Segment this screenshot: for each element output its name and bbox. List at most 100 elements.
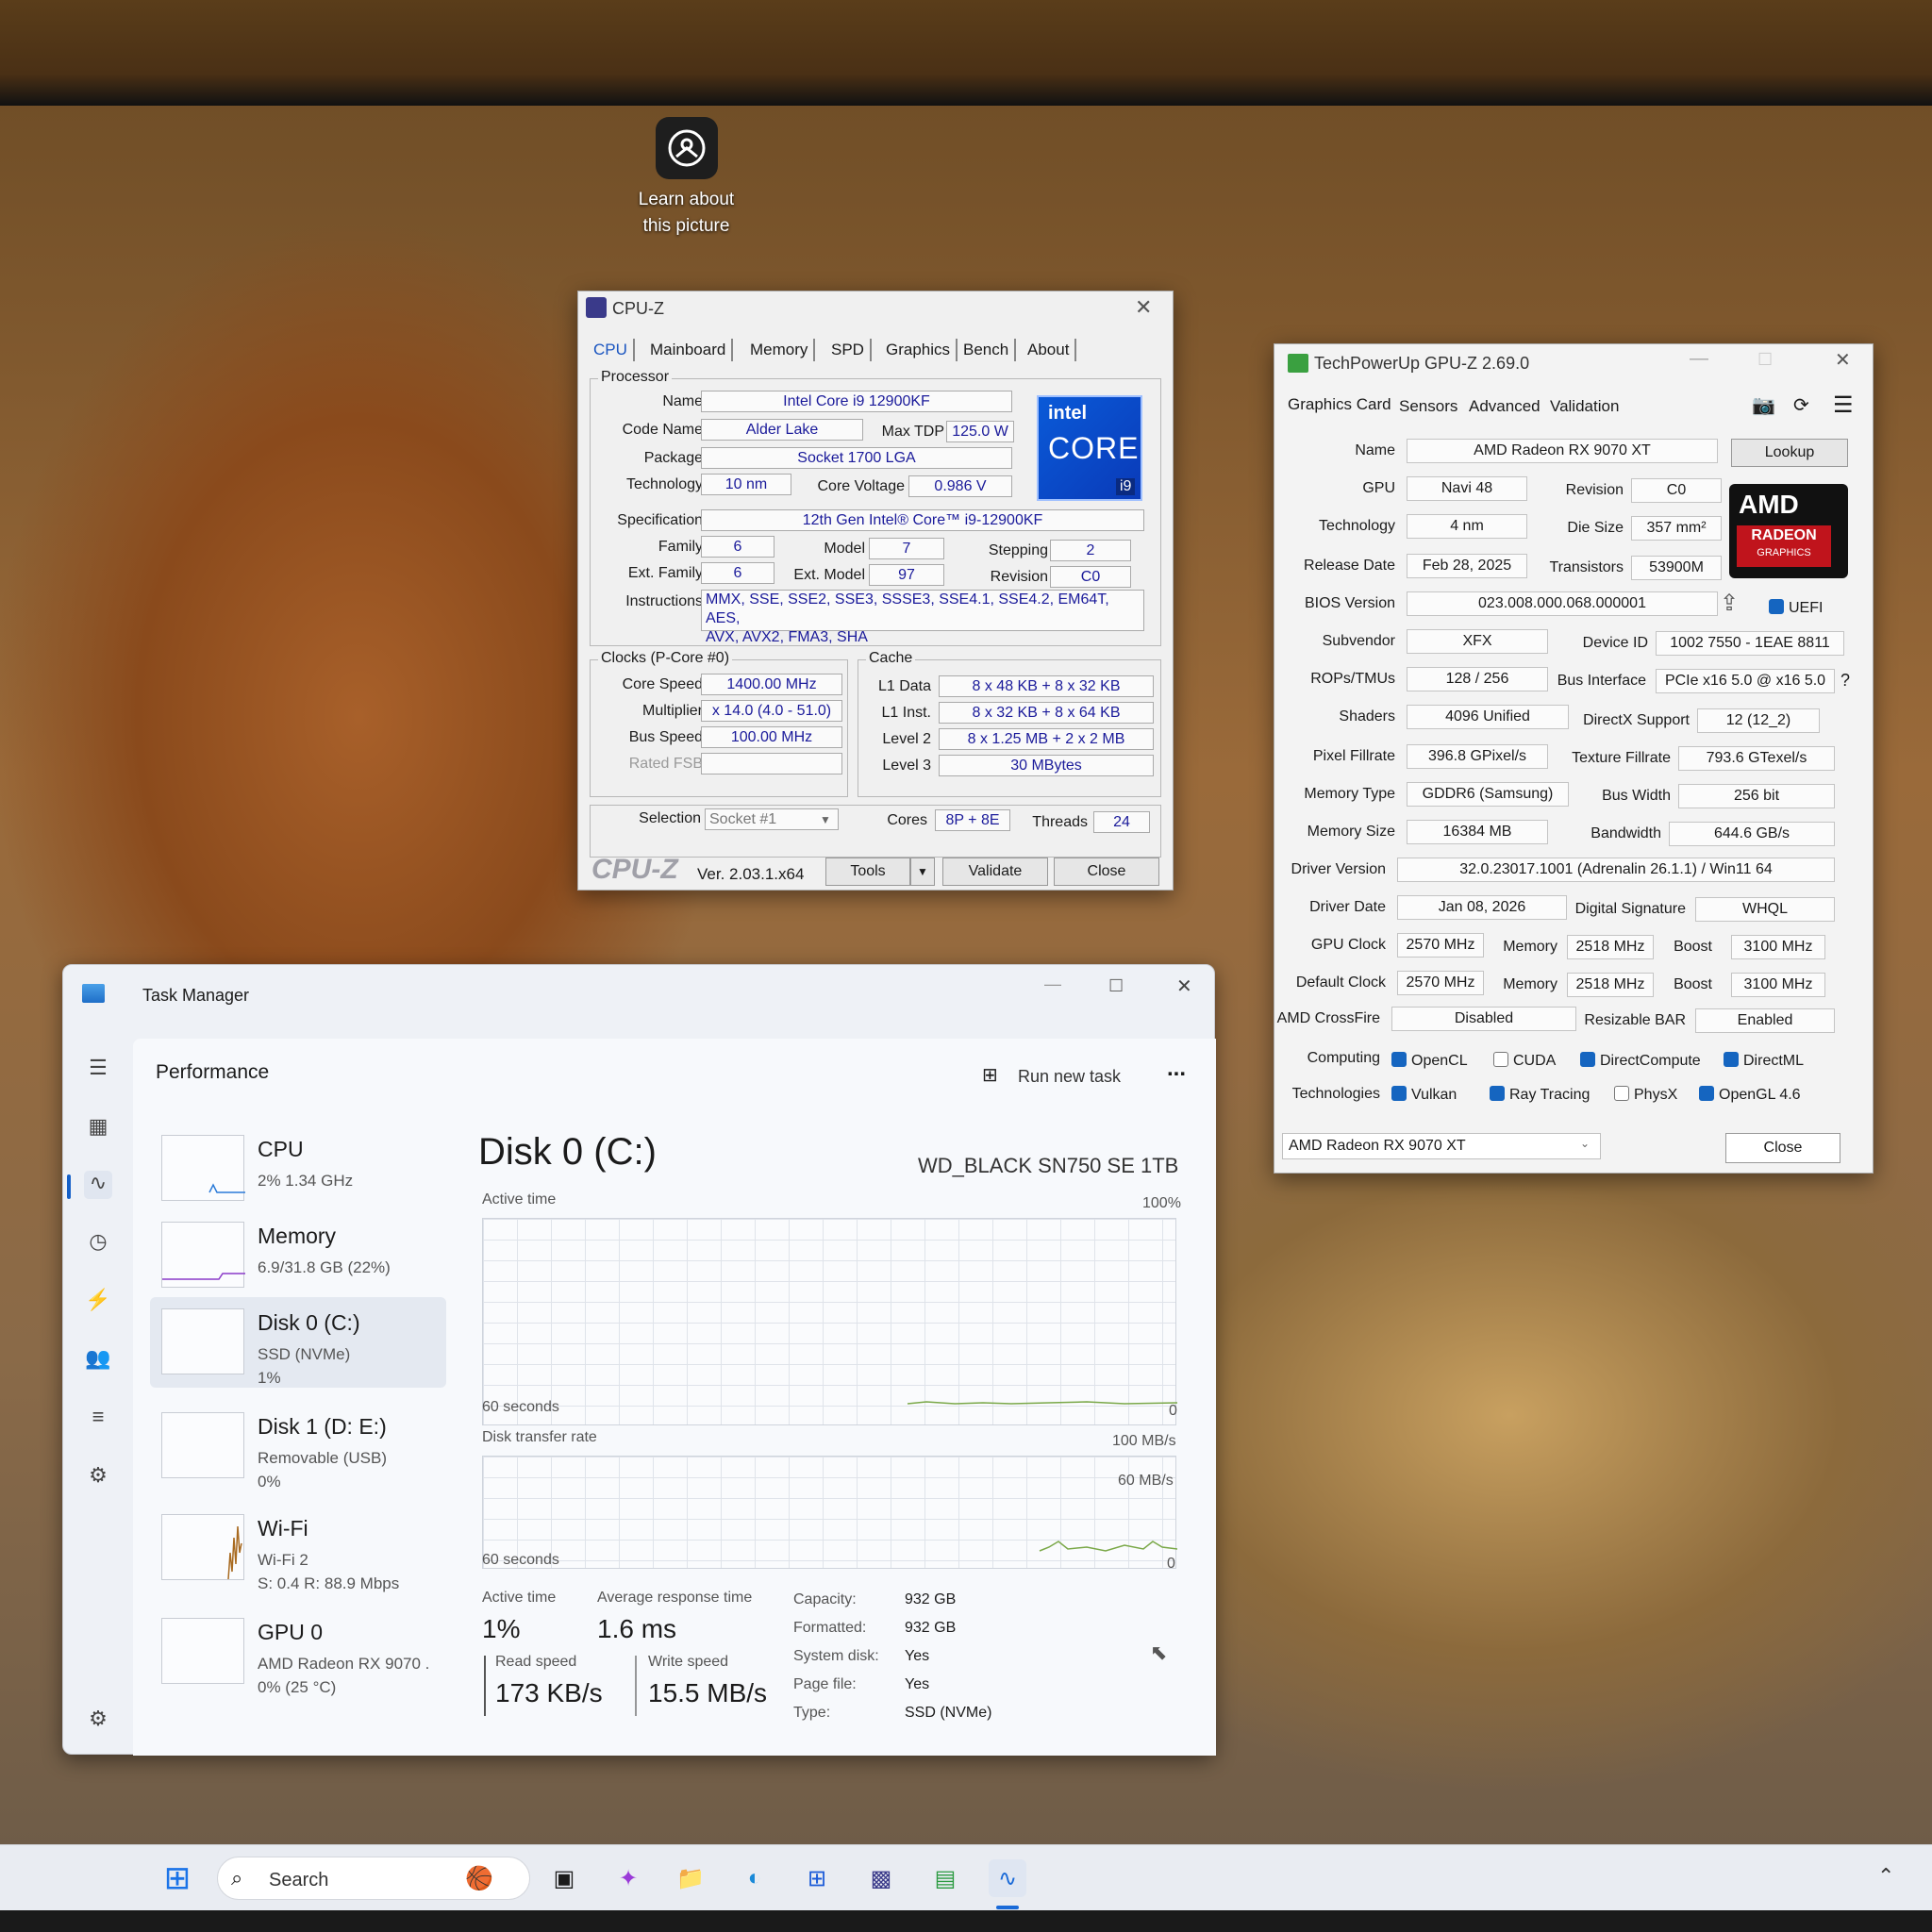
camera-icon[interactable]: 📷 [1752,393,1775,417]
chevron-up-icon[interactable]: ⌃ [1877,1864,1894,1889]
start-windows-icon[interactable]: ⊞ [158,1859,196,1897]
gpuz-title: TechPowerUp GPU-Z 2.69.0 [1314,354,1530,373]
app-history-icon[interactable]: ◷ [84,1229,112,1257]
list-item-wifi[interactable]: Wi-Fi Wi-Fi 2 S: 0.4 R: 88.9 Mbps [150,1503,446,1593]
directml-checkbox[interactable]: DirectML [1724,1052,1804,1070]
raytracing-checkbox[interactable]: Ray Tracing [1490,1086,1590,1104]
refresh-icon[interactable]: ⟳ [1793,393,1809,417]
list-item-disk0[interactable]: Disk 0 (C:) SSD (NVMe) 1% [150,1297,446,1388]
services-icon[interactable]: ⚙ [84,1463,112,1491]
selection-dropdown[interactable]: Socket #1 [705,808,839,830]
run-task-icon[interactable]: ⊞ [982,1063,998,1087]
gpuz-window: TechPowerUp GPU-Z 2.69.0 — ☐ ✕ Graphics … [1274,343,1874,1174]
tab-bench[interactable]: Bench [958,339,1017,361]
physx-checkbox[interactable]: PhysX [1614,1086,1677,1104]
help-icon[interactable]: ? [1840,671,1850,691]
tab-graphics[interactable]: Graphics [880,339,958,361]
tab-about[interactable]: About [1022,339,1077,361]
processes-icon[interactable]: ▦ [84,1114,112,1142]
memsize-value: 16384 MB [1407,820,1548,844]
run-new-task-button[interactable]: Run new task [1018,1067,1121,1087]
validate-button[interactable]: Validate [942,858,1048,886]
list-item-disk1[interactable]: Disk 1 (D: E:) Removable (USB) 0% [150,1401,446,1491]
tab-mainboard[interactable]: Mainboard [644,339,734,361]
tab-sensors[interactable]: Sensors [1399,397,1457,416]
defmem-label: Memory [1503,976,1557,992]
cpuz-title: CPU-Z [612,299,664,318]
uefi-checkbox[interactable]: UEFI [1769,599,1823,617]
lookup-button[interactable]: Lookup [1731,439,1848,467]
tab-validation[interactable]: Validation [1550,397,1619,416]
sixty-seconds-label-1: 60 seconds [482,1399,559,1415]
page-title: Performance [156,1061,270,1083]
disk0-thumbnail [161,1308,244,1374]
tools-button[interactable]: Tools [825,858,910,886]
task-view-icon[interactable]: ▣ [545,1859,583,1897]
transfer-rate-graph [482,1456,1177,1569]
hamburger-menu-icon[interactable]: ☰ [84,1056,112,1084]
technology-label: Technology [626,476,703,492]
close-icon[interactable]: ✕ [1835,348,1851,372]
gpuz-close-button[interactable]: Close [1725,1133,1840,1163]
deviceid-value: 1002 7550 - 1EAE 8811 [1656,631,1844,656]
bios-value: 023.008.000.068.000001 [1407,591,1718,616]
settings-icon[interactable]: ⚙ [84,1707,112,1735]
store-icon[interactable]: ⊞ [798,1859,836,1897]
maximize-icon[interactable]: ☐ [1108,976,1124,996]
gpuz-taskbar-icon[interactable]: ▤ [926,1859,964,1897]
search-box[interactable]: ⌕ Search 🏀 [217,1857,530,1900]
tab-graphics-card[interactable]: Graphics Card [1288,395,1391,414]
maximize-icon[interactable]: ☐ [1757,350,1773,370]
tab-spd[interactable]: SPD [825,339,872,361]
tools-dropdown-icon[interactable]: ▼ [910,858,935,886]
driverdate-value: Jan 08, 2026 [1397,895,1567,920]
write-speed-label: Write speed [648,1654,729,1670]
cpuz-close-button[interactable]: Close [1054,858,1159,886]
extfamily-value: 6 [701,562,774,584]
copilot-icon[interactable]: ✦ [609,1859,647,1897]
minimize-icon[interactable]: — [1044,974,1061,994]
pixelfill-label: Pixel Fillrate [1312,748,1395,764]
list-item-gpu0[interactable]: GPU 0 AMD Radeon RX 9070 . 0% (25 °C) [150,1607,446,1697]
gpu-name-value: AMD Radeon RX 9070 XT [1407,439,1718,463]
task-manager-taskbar-icon[interactable]: ∿ [989,1859,1026,1897]
cores-value: 8P + 8E [935,809,1010,831]
mb60-label: 60 MB/s [1118,1473,1174,1489]
sixty-seconds-label-2: 60 seconds [482,1552,559,1568]
transistors-label: Transistors [1549,559,1624,575]
learn-about-picture-icon[interactable]: Learn about this picture [632,117,741,240]
opengl-checkbox[interactable]: OpenGL 4.6 [1699,1086,1801,1104]
edge-icon[interactable]: ◐ [736,1859,774,1897]
details-icon[interactable]: ≡ [84,1405,112,1433]
close-icon[interactable]: ✕ [1176,974,1192,998]
startup-apps-icon[interactable]: ⚡ [84,1288,112,1316]
zero-label-1: 0 [1169,1403,1177,1419]
share-icon[interactable]: ⇪ [1720,590,1739,617]
directcompute-checkbox[interactable]: DirectCompute [1580,1052,1701,1070]
minimize-icon[interactable]: — [1690,348,1708,370]
stepping-label: Stepping [988,542,1048,558]
active-app-indicator [996,1906,1019,1909]
close-icon[interactable]: ✕ [1135,295,1152,320]
vulkan-checkbox[interactable]: Vulkan [1391,1086,1457,1104]
level3-value: 30 MBytes [939,755,1154,776]
name-value: Intel Core i9 12900KF [701,391,1012,412]
opencl-checkbox[interactable]: OpenCL [1391,1052,1468,1070]
tab-advanced[interactable]: Advanced [1469,397,1541,416]
gpu-select-dropdown[interactable]: AMD Radeon RX 9070 XT [1282,1133,1601,1159]
cpuz-taskbar-icon[interactable]: ▩ [862,1859,900,1897]
users-icon[interactable]: 👥 [84,1346,112,1374]
tab-cpu[interactable]: CPU [588,339,635,361]
more-options-button[interactable]: ... [1167,1056,1186,1082]
l1data-value: 8 x 48 KB + 8 x 32 KB [939,675,1154,697]
tab-memory[interactable]: Memory [744,339,816,361]
menu-icon[interactable]: ☰ [1833,391,1854,419]
list-item-cpu[interactable]: CPU 2% 1.34 GHz [150,1124,446,1214]
cuda-checkbox[interactable]: CUDA [1493,1052,1556,1070]
defclock-label: Default Clock [1295,974,1386,991]
shaders-label: Shaders [1339,708,1395,724]
tm-title: Task Manager [142,986,250,1005]
performance-icon[interactable]: ∿ [84,1171,112,1199]
list-item-memory[interactable]: Memory 6.9/31.8 GB (22%) [150,1210,446,1301]
file-explorer-icon[interactable]: 📁 [672,1859,709,1897]
